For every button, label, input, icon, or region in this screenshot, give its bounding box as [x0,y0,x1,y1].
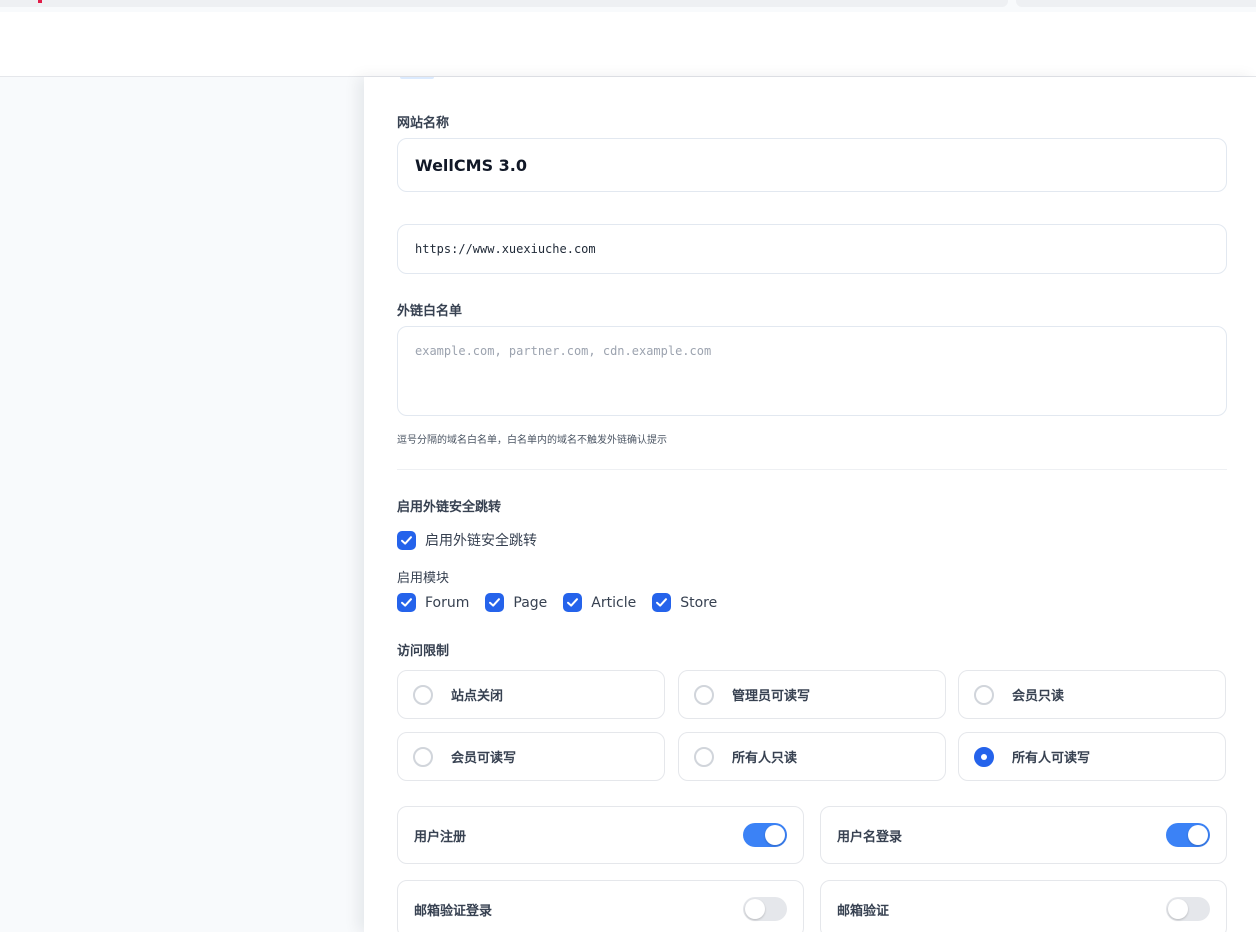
page-header [0,12,1256,77]
access-option-label: 会员可读写 [451,751,517,766]
modules-label: 启用模块 [397,571,450,586]
checkbox-checked-icon[interactable] [652,593,672,612]
checkbox-checked-icon[interactable] [397,593,416,612]
tab-indicator [400,77,434,79]
module-page-checkbox[interactable]: Page [485,593,547,612]
module-label: Page [513,594,548,611]
radio-icon[interactable] [694,746,714,767]
site-name-label: 网站名称 [397,116,450,131]
radio-icon[interactable] [974,684,994,705]
access-option-admin-rw[interactable]: 管理员可读写 [678,670,946,719]
module-label: Store [680,594,718,611]
whitelist-hint: 逗号分隔的域名白名单，白名单内的域名不触发外链确认提示 [397,435,667,446]
access-label: 访问限制 [397,644,450,659]
site-url-input[interactable]: https://www.xuexiuche.com [397,224,1227,274]
address-bar [0,0,1008,7]
checkbox-checked-icon[interactable] [397,530,416,550]
access-option-all-rw[interactable]: 所有人可读写 [958,732,1226,781]
toggle-label: 邮箱验证 [837,903,890,919]
whitelist-label: 外链白名单 [397,304,463,319]
access-option-member-rw[interactable]: 会员可读写 [397,732,665,781]
access-option-label: 会员只读 [1012,689,1065,704]
safe-jump-label: 启用外链安全跳转 [397,500,502,515]
access-option-label: 管理员可读写 [732,689,811,704]
checkbox-checked-icon[interactable] [563,593,583,612]
module-forum-checkbox[interactable]: Forum [397,593,469,612]
access-option-label: 站点关闭 [451,689,504,704]
toggle-email-login: 邮箱验证登录 [397,880,804,932]
toggle-label: 用户名登录 [837,829,903,845]
module-label: Forum [425,594,470,611]
safe-jump-checkbox[interactable]: 启用外链安全跳转 [397,530,537,550]
module-store-checkbox[interactable]: Store [652,593,717,612]
toggle-switch[interactable] [743,897,787,921]
browser-top-strip [0,0,1256,12]
toggle-label: 邮箱验证登录 [414,903,493,919]
toggle-switch[interactable] [1166,897,1210,921]
toggle-label: 用户注册 [414,829,467,845]
section-divider [397,469,1227,470]
access-option-label: 所有人可读写 [1012,751,1091,766]
toggle-email-verify: 邮箱验证 [820,880,1227,932]
site-name-input[interactable]: WellCMS 3.0 [397,138,1227,192]
toggle-switch[interactable] [1166,823,1210,847]
module-article-checkbox[interactable]: Article [563,593,636,612]
radio-icon[interactable] [694,684,714,705]
module-label: Article [591,594,637,611]
access-option-all-read[interactable]: 所有人只读 [678,732,946,781]
left-backdrop [0,77,364,932]
access-option-label: 所有人只读 [732,751,798,766]
radio-icon[interactable] [413,746,433,767]
whitelist-textarea[interactable]: example.com, partner.com, cdn.example.co… [397,326,1227,416]
access-option-member-read[interactable]: 会员只读 [958,670,1226,719]
radio-icon[interactable] [413,684,433,705]
checkbox-checked-icon[interactable] [485,593,505,612]
access-option-site-closed[interactable]: 站点关闭 [397,670,665,719]
status-mark [38,0,42,3]
toggle-username-login: 用户名登录 [820,806,1227,864]
modules-group: Forum Page Article Store [397,593,733,612]
settings-panel: 网站名称 WellCMS 3.0 https://www.xuexiuche.c… [364,77,1256,932]
radio-selected-icon[interactable] [974,746,994,767]
toggle-user-register: 用户注册 [397,806,804,864]
toolbar-area [1016,0,1256,7]
toggle-switch[interactable] [743,823,787,847]
safe-jump-checkbox-label: 启用外链安全跳转 [425,533,537,549]
